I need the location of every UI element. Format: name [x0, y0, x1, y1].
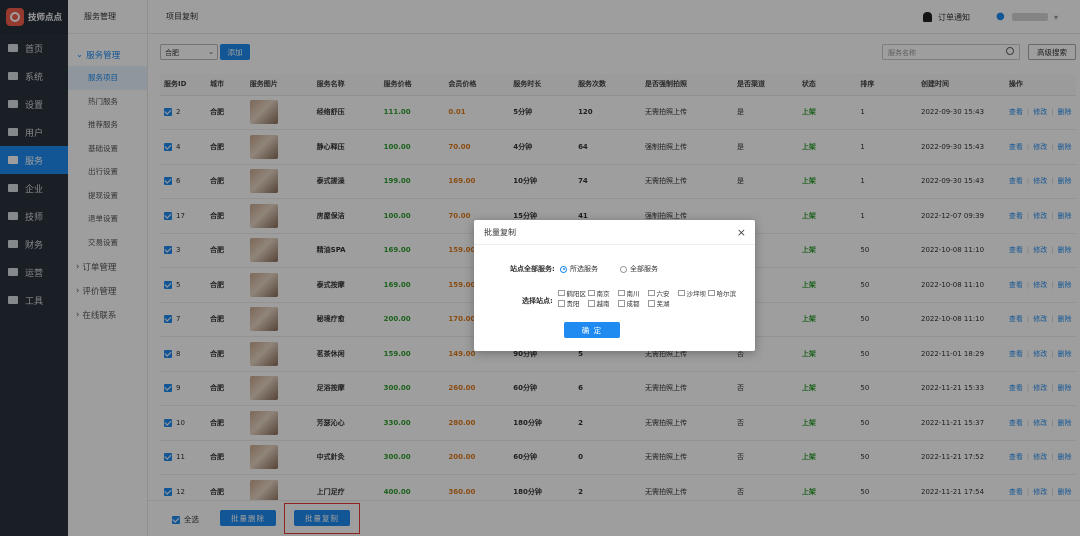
- radio-all-services[interactable]: [620, 265, 627, 273]
- site-checkbox[interactable]: [588, 289, 595, 297]
- site-label: 南川: [626, 290, 640, 298]
- site-checkbox[interactable]: [648, 300, 655, 307]
- confirm-button[interactable]: 确 定: [564, 322, 620, 338]
- site-checkbox-item[interactable]: 鹤阳区: [558, 288, 588, 298]
- radio-all-label[interactable]: 全部服务: [630, 264, 658, 274]
- site-label: 沙坪坝: [686, 290, 707, 298]
- site-checkbox[interactable]: [588, 300, 595, 307]
- site-label: 芜湖: [656, 300, 670, 309]
- site-checkbox-item[interactable]: 哈尔滨: [708, 288, 738, 298]
- site-label: 六安: [656, 290, 670, 298]
- site-checkbox-item[interactable]: 南川: [618, 288, 648, 298]
- site-label: 越南: [596, 300, 610, 309]
- scope-label: 站点全部服务:: [510, 265, 555, 273]
- site-checkbox[interactable]: [558, 289, 565, 297]
- site-checkbox-item[interactable]: 越南: [588, 298, 618, 308]
- site-checkbox[interactable]: [618, 289, 625, 297]
- site-checkbox-item[interactable]: 六安: [648, 288, 678, 298]
- site-checkbox-item[interactable]: 芜湖: [648, 298, 678, 308]
- dialog-title: 批量复制: [474, 220, 755, 245]
- site-checkbox[interactable]: [648, 289, 655, 297]
- radio-selected-services[interactable]: [560, 265, 567, 273]
- batch-copy-dialog: 批量复制 × 站点全部服务: 所选服务 全部服务 选择站点: 鹤阳区 南京 南川 六安…: [474, 220, 755, 351]
- site-checkbox-item[interactable]: 贵阳: [558, 298, 588, 308]
- site-label: 哈尔滨: [716, 290, 737, 298]
- scope-radio-group: 站点全部服务: 所选服务 全部服务: [510, 264, 658, 274]
- close-icon[interactable]: ×: [737, 226, 746, 239]
- site-label: 南京: [596, 290, 610, 298]
- site-label: 鹤阳区: [566, 290, 587, 298]
- sites-label: 选择站点:: [522, 297, 553, 305]
- radio-selected-label[interactable]: 所选服务: [570, 264, 598, 274]
- site-label: 贵阳: [566, 300, 580, 309]
- site-checkbox-item[interactable]: 成都: [618, 298, 648, 308]
- site-checkbox[interactable]: [618, 300, 625, 307]
- site-checkbox[interactable]: [678, 289, 685, 297]
- site-checkbox[interactable]: [558, 300, 565, 307]
- site-checkbox-item[interactable]: 南京: [588, 288, 618, 298]
- site-label: 成都: [626, 300, 640, 309]
- site-checkbox[interactable]: [708, 289, 715, 297]
- site-checkbox-item[interactable]: 沙坪坝: [678, 288, 708, 298]
- site-checkbox-group: 鹤阳区 南京 南川 六安 沙坪坝 哈尔滨贵阳 越南 成都 芜湖: [558, 288, 738, 309]
